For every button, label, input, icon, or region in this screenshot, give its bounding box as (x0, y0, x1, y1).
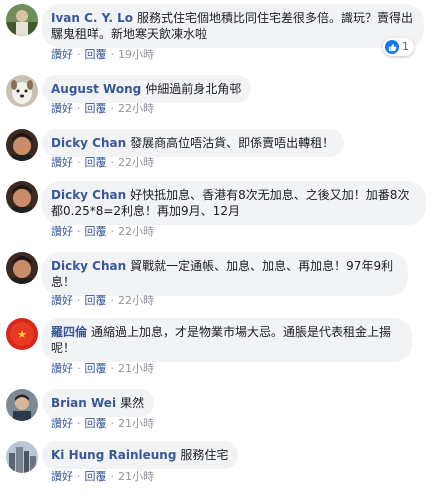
comment-author[interactable]: Dicky Chan (51, 136, 126, 150)
comment-bubble: Brian Wei 果然 (42, 389, 155, 417)
comment-author[interactable]: 羅四倫 (51, 325, 87, 339)
like-link[interactable]: 讚好 (51, 362, 73, 375)
reply-link[interactable]: 回覆 (85, 362, 107, 375)
like-link[interactable]: 讚好 (51, 225, 73, 238)
separator-dot: · (77, 225, 81, 238)
separator-dot: · (77, 48, 81, 61)
comment-author[interactable]: Brian Wei (51, 396, 116, 410)
timestamp[interactable]: 21小時 (118, 417, 154, 430)
separator-dot: · (110, 48, 115, 61)
like-link[interactable]: 讚好 (51, 294, 73, 307)
avatar[interactable] (6, 75, 38, 107)
comment-actions: 讚好 · 回覆 · 22小時 (51, 225, 154, 239)
separator-dot: · (77, 156, 81, 169)
svg-text:★: ★ (17, 328, 27, 341)
timestamp[interactable]: 21小時 (118, 362, 154, 375)
timestamp[interactable]: 21小時 (118, 470, 154, 483)
comment-text: 通縮過上加息，才是物業市場大忌。通脹是代表租金上揚呢！ (51, 325, 392, 355)
timestamp[interactable]: 22小時 (118, 156, 154, 169)
reply-link[interactable]: 回覆 (85, 225, 107, 238)
like-link[interactable]: 讚好 (51, 156, 73, 169)
timestamp[interactable]: 22小時 (118, 225, 154, 238)
avatar[interactable]: ★ (6, 318, 38, 350)
avatar[interactable] (6, 129, 38, 161)
timestamp[interactable]: 22小時 (118, 102, 154, 115)
separator-dot: · (77, 470, 81, 483)
reply-link[interactable]: 回覆 (85, 470, 107, 483)
comment-author[interactable]: Ivan C. Y. Lo (51, 11, 133, 25)
separator-dot: · (77, 294, 81, 307)
separator-dot: · (110, 225, 115, 238)
comment-author[interactable]: Dicky Chan (51, 259, 126, 273)
avatar[interactable] (6, 4, 38, 36)
avatar[interactable] (6, 389, 38, 421)
comment-bubble: Ivan C. Y. Lo 服務式住宅個地積比同住宅差很多倍。識玩？賣得出騾鬼租咩… (42, 4, 424, 56)
avatar[interactable] (6, 252, 38, 284)
comment-author[interactable]: August Wong (51, 82, 141, 96)
avatar[interactable] (6, 441, 38, 473)
separator-dot: · (110, 294, 115, 307)
reply-link[interactable]: 回覆 (85, 48, 107, 61)
comment-text: 服務住宅 (180, 448, 229, 462)
comment-actions: 讚好 · 回覆 · 21小時 (51, 470, 154, 484)
reaction-count[interactable]: 1 (383, 38, 414, 56)
comment-bubble: 羅四倫 通縮過上加息，才是物業市場大忌。通脹是代表租金上揚呢！ (42, 318, 412, 362)
timestamp[interactable]: 22小時 (118, 294, 154, 307)
comment-actions: 讚好 · 回覆 · 22小時 (51, 294, 154, 308)
like-link[interactable]: 讚好 (51, 470, 73, 483)
comment-author[interactable]: Ki Hung Rainleung (51, 448, 176, 462)
timestamp[interactable]: 19小時 (118, 48, 154, 61)
comment-author[interactable]: Dicky Chan (51, 188, 126, 202)
comment-text: 仲細過前身北角邨 (145, 82, 242, 96)
comment-bubble: Dicky Chan 貿戰就一定通帳、加息、加息、再加息！97年9利息！ (42, 252, 408, 296)
separator-dot: · (77, 417, 81, 430)
separator-dot: · (110, 417, 115, 430)
like-link[interactable]: 讚好 (51, 102, 73, 115)
comment-actions: 讚好 · 回覆 · 21小時 (51, 362, 154, 376)
comment-actions: 讚好 · 回覆 · 19小時 (51, 48, 154, 62)
separator-dot: · (110, 156, 115, 169)
comment-text: 發展商高位唔沽貨、即係賣唔出轉租！ (130, 136, 335, 150)
reply-link[interactable]: 回覆 (85, 417, 107, 430)
like-link[interactable]: 讚好 (51, 48, 73, 61)
separator-dot: · (110, 470, 115, 483)
separator-dot: · (110, 362, 115, 375)
comment-bubble: Dicky Chan 好快抵加息、香港有8次无加息、之後又加！加番8次都0.25*… (42, 181, 426, 225)
like-link[interactable]: 讚好 (51, 417, 73, 430)
comment-bubble: Dicky Chan 發展商高位唔沽貨、即係賣唔出轉租！ (42, 129, 345, 157)
avatar[interactable] (6, 181, 38, 213)
comment-actions: 讚好 · 回覆 · 21小時 (51, 417, 154, 431)
comment-text: 果然 (120, 396, 145, 410)
thumbs-up-icon (385, 40, 399, 54)
comment-actions: 讚好 · 回覆 · 22小時 (51, 102, 154, 116)
separator-dot: · (77, 102, 81, 115)
reply-link[interactable]: 回覆 (85, 156, 107, 169)
reaction-number: 1 (402, 40, 409, 53)
comment-bubble: August Wong 仲細過前身北角邨 (42, 75, 252, 103)
reply-link[interactable]: 回覆 (85, 294, 107, 307)
separator-dot: · (77, 362, 81, 375)
comment-bubble: Ki Hung Rainleung 服務住宅 (42, 441, 239, 469)
reply-link[interactable]: 回覆 (85, 102, 107, 115)
comment-actions: 讚好 · 回覆 · 22小時 (51, 156, 154, 170)
separator-dot: · (110, 102, 115, 115)
